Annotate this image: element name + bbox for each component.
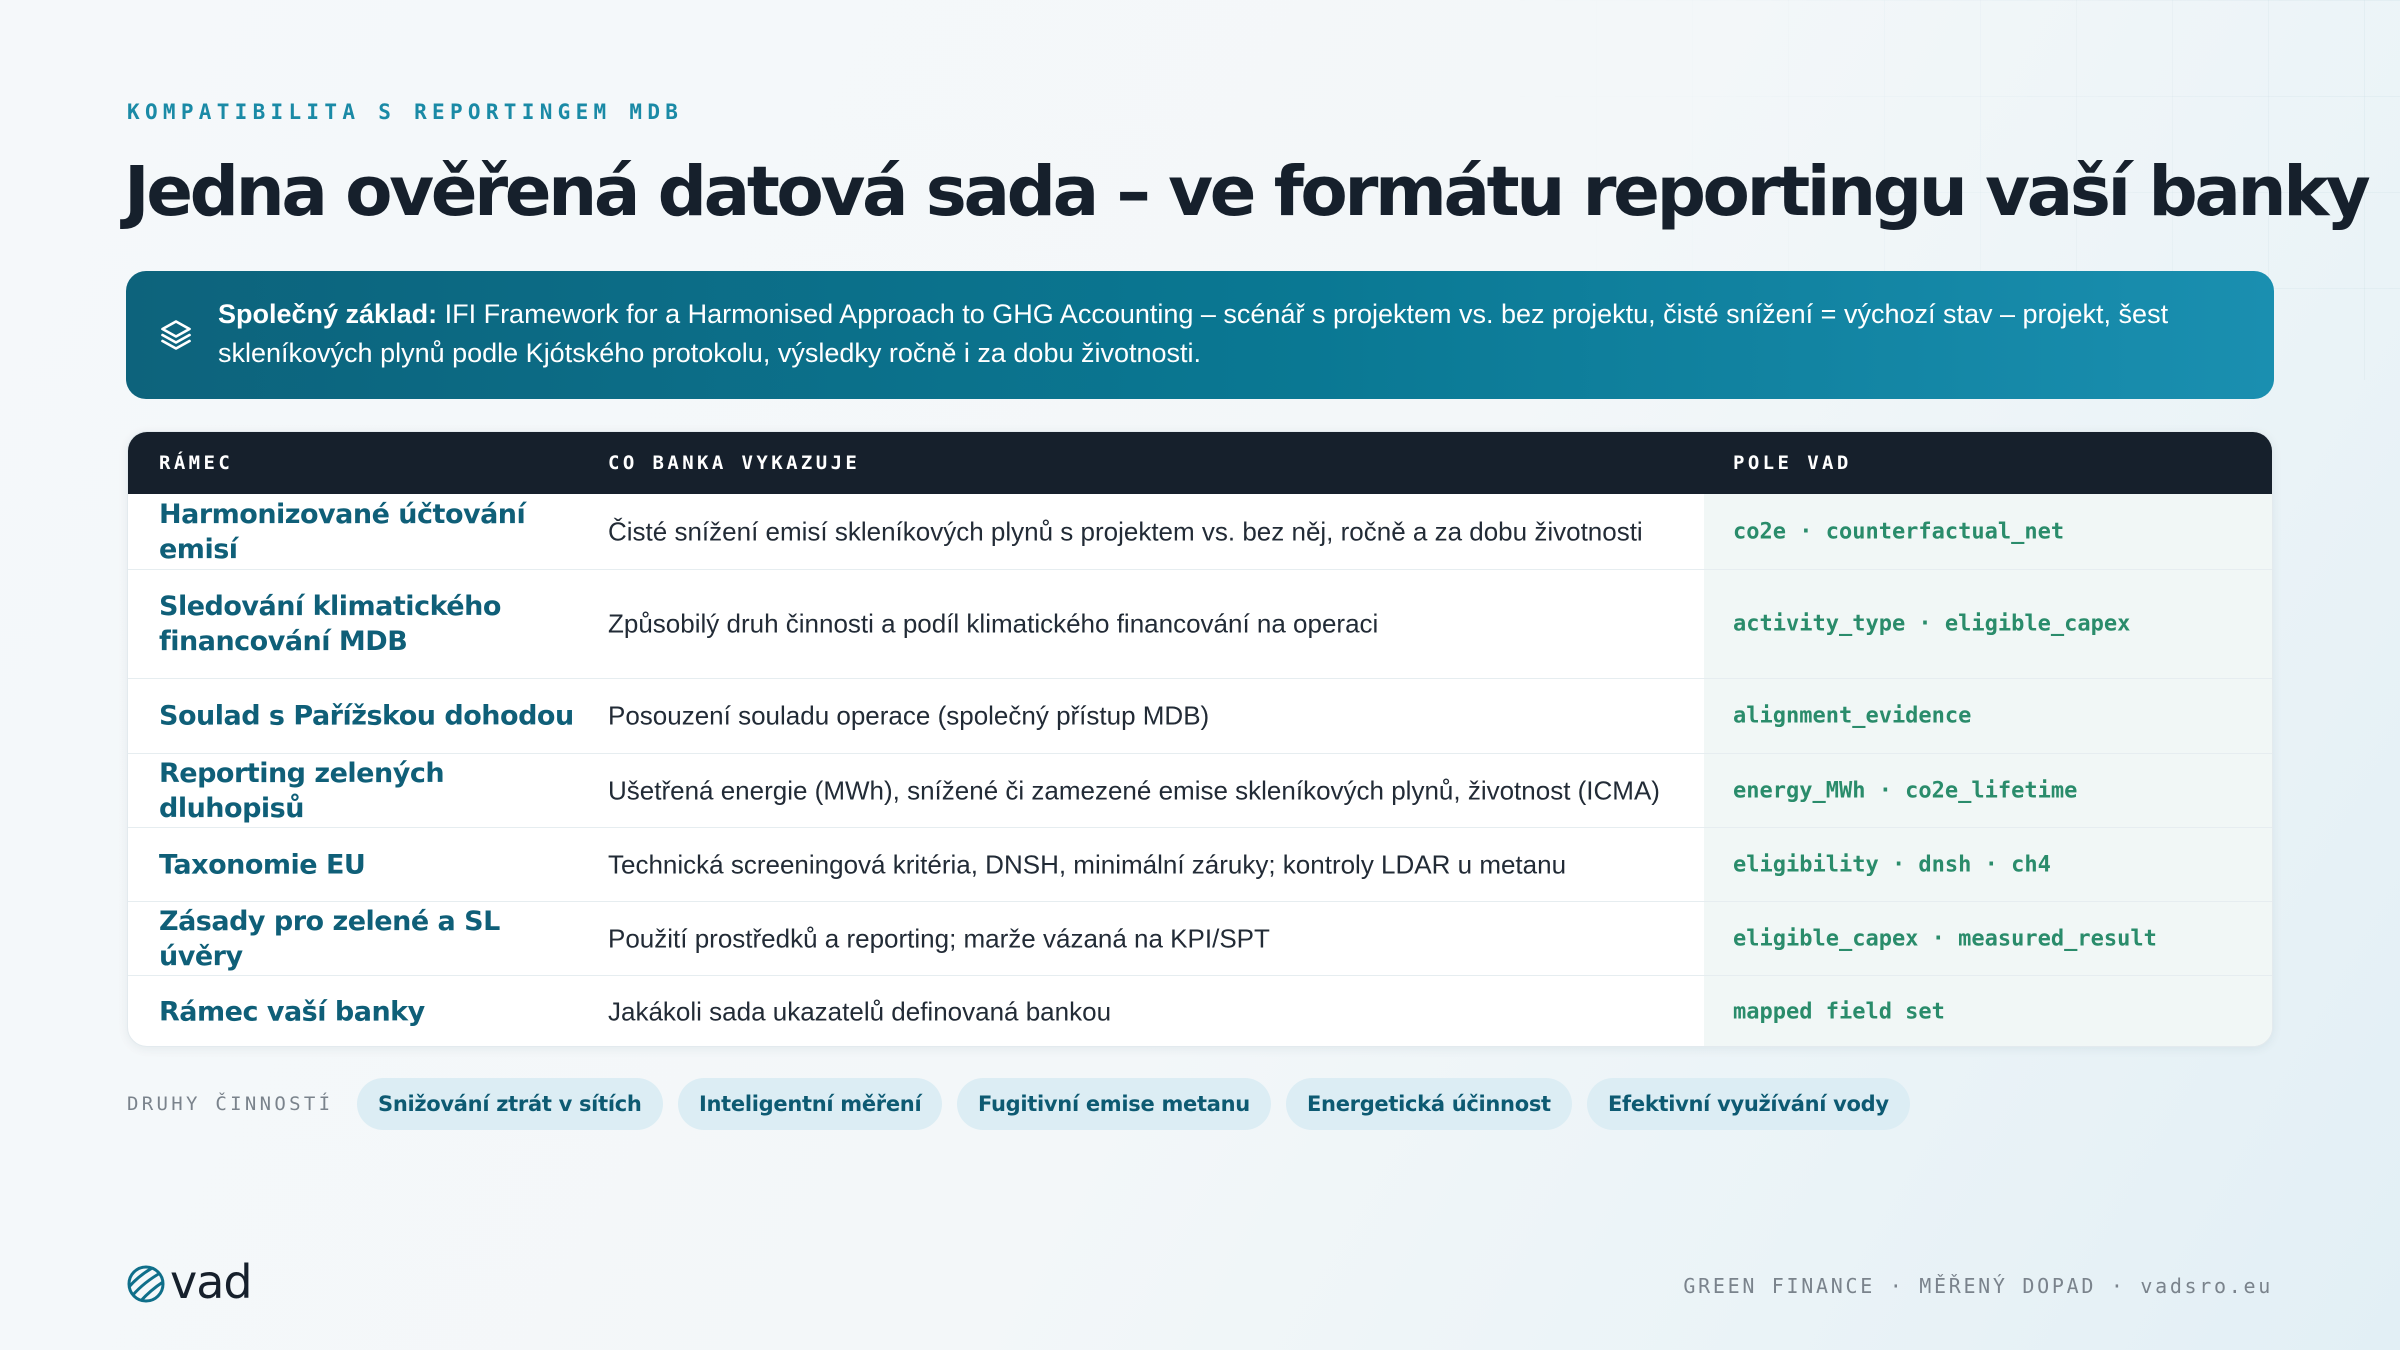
table-row: Taxonomie EU Technická screeningová krit…: [128, 827, 2272, 901]
layers-icon: [158, 317, 194, 353]
framework-description: Ušetřená energie (MWh), snížené či zamez…: [608, 775, 1660, 805]
framework-name: Taxonomie EU: [159, 849, 366, 880]
framework-description: Čisté snížení emisí skleníkových plynů s…: [608, 516, 1643, 546]
framework-name: Zásady pro zelené a SL úvěry: [159, 905, 500, 972]
framework-table: RÁMEC CO BANKA VYKAZUJE POLE VAD Harmoni…: [127, 431, 2273, 1047]
table-row: Harmonizované účtování emisí Čisté sníže…: [128, 494, 2272, 569]
activity-chip-energy-efficiency: Energetická účinnost: [1286, 1078, 1572, 1130]
framework-description: Použití prostředků a reporting; marže vá…: [608, 923, 1270, 953]
eyebrow-label: KOMPATIBILITA S REPORTINGEM MDB: [127, 100, 684, 124]
framework-name: Soulad s Pařížskou dohodou: [159, 700, 574, 732]
vad-logo-mark: [127, 1265, 165, 1303]
table-header: RÁMEC CO BANKA VYKAZUJE POLE VAD: [128, 432, 2272, 494]
vad-fields: eligible_capex · measured_result: [1733, 926, 2157, 951]
vad-fields: energy_MWh · co2e_lifetime: [1733, 778, 2078, 803]
activity-types-label: DRUHY ČINNOSTÍ: [127, 1093, 334, 1115]
column-header-vad-fields: POLE VAD: [1733, 452, 1852, 474]
framework-name: Sledování klimatického financování MDB: [159, 591, 501, 657]
page-title: Jedna ověřená datová sada – ve formátu r…: [124, 152, 2371, 232]
activity-chip-water-efficiency: Efektivní využívání vody: [1587, 1078, 1910, 1130]
table-row: Sledování klimatického financování MDB Z…: [128, 569, 2272, 678]
activity-chip-network-losses: Snižování ztrát v sítích: [357, 1078, 663, 1130]
framework-name: Harmonizované účtování emisí: [159, 498, 526, 565]
vad-fields: activity_type · eligible_capex: [1733, 611, 2131, 637]
framework-description: Posouzení souladu operace (společný přís…: [608, 700, 1210, 731]
activity-chip-fugitive-methane: Fugitivní emise metanu: [957, 1078, 1271, 1130]
table-row: Reporting zelených dluhopisů Ušetřená en…: [128, 753, 2272, 827]
vad-fields: co2e · counterfactual_net: [1733, 519, 2065, 544]
vad-fields: mapped field set: [1733, 999, 1945, 1025]
table-row: Soulad s Pařížskou dohodou Posouzení sou…: [128, 678, 2272, 753]
callout-text: Společný základ: IFI Framework for a Har…: [218, 295, 2214, 373]
column-header-bank-reports: CO BANKA VYKAZUJE: [608, 452, 861, 474]
vad-fields: eligibility · dnsh · ch4: [1733, 852, 2051, 877]
logo-wordmark: vad: [170, 1255, 253, 1309]
framework-name: Reporting zelených dluhopisů: [159, 757, 445, 824]
column-header-framework: RÁMEC: [159, 452, 234, 474]
common-basis-callout: Společný základ: IFI Framework for a Har…: [126, 271, 2274, 399]
framework-name: Rámec vaší banky: [159, 996, 425, 1028]
table-row: Rámec vaší banky Jakákoli sada ukazatelů…: [128, 975, 2272, 1046]
table-body: Harmonizované účtování emisí Čisté sníže…: [128, 494, 2272, 1046]
framework-description: Způsobilý druh činnosti a podíl klimatic…: [608, 608, 1379, 639]
callout-body: IFI Framework for a Harmonised Approach …: [218, 299, 2169, 368]
table-row: Zásady pro zelené a SL úvěry Použití pro…: [128, 901, 2272, 975]
callout-lead: Společný základ:: [218, 299, 438, 329]
vad-fields: alignment_evidence: [1733, 703, 1972, 729]
framework-description: Jakákoli sada ukazatelů definovaná banko…: [608, 996, 1112, 1027]
footer-tagline: GREEN FINANCE · MĚŘENÝ DOPAD · vadsro.eu: [1683, 1274, 2273, 1298]
activity-chip-smart-metering: Inteligentní měření: [678, 1078, 943, 1130]
vad-logo: vad: [126, 1255, 276, 1309]
framework-description: Technická screeningová kritéria, DNSH, m…: [608, 849, 1567, 879]
